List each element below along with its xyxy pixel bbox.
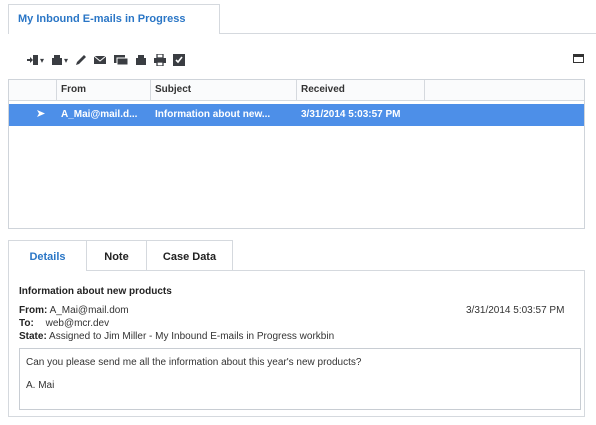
column-header-subject[interactable]: Subject [151, 80, 297, 100]
row-subject: Information about new... [155, 109, 271, 120]
state-value: Assigned to Jim Miller - My Inbound E-ma… [49, 331, 335, 342]
table-row[interactable]: A_Mai@mail.d... Information about new...… [9, 104, 584, 126]
chevron-down-icon: ▾ [40, 55, 45, 65]
body-signature: A. Mai [26, 380, 55, 391]
column-header-icon[interactable] [9, 80, 57, 100]
row-empty [425, 104, 584, 126]
row-icon-cell [9, 104, 57, 126]
column-header-empty [425, 80, 584, 100]
state-line: State: Assigned to Jim Miller - My Inbou… [19, 331, 334, 342]
edit-icon [76, 55, 87, 65]
to-label: To: [19, 318, 34, 329]
workbin-toolbar: ▾ ▾ [27, 50, 186, 70]
email-date: 3/31/2014 5:03:57 PM [466, 305, 565, 316]
move-to-queue-button[interactable]: ▾ [27, 52, 44, 68]
maximize-icon[interactable] [573, 54, 584, 63]
email-list: From Subject Received A_Mai@mail.d... In… [8, 79, 585, 229]
print-button[interactable] [154, 52, 167, 68]
print-icon [154, 54, 167, 66]
from-label: From: [19, 305, 48, 316]
email-list-header: From Subject Received [9, 80, 584, 101]
email-subject: Information about new products [19, 286, 172, 297]
tab-case-data[interactable]: Case Data [146, 240, 233, 271]
row-from: A_Mai@mail.d... [61, 109, 138, 120]
mark-done-button[interactable] [173, 52, 186, 68]
body-text: Can you please send me all the informati… [26, 357, 362, 368]
move-to-queue-icon [27, 55, 38, 65]
column-header-from[interactable]: From [57, 80, 151, 100]
tab-note[interactable]: Note [86, 240, 147, 271]
move-to-workbin-icon [52, 55, 63, 65]
reply-button[interactable] [94, 52, 107, 68]
reply-icon [94, 55, 107, 64]
inbound-email-icon [37, 110, 45, 117]
chevron-down-icon: ▾ [64, 55, 69, 65]
state-label: State: [19, 331, 47, 342]
column-header-received[interactable]: Received [297, 80, 425, 100]
workbin-tab-bar: My Inbound E-mails in Progress [0, 0, 596, 36]
workbin-button[interactable] [135, 52, 147, 68]
workbin-icon [136, 55, 147, 65]
to-line: To: web@mcr.dev [19, 318, 109, 329]
from-value: A_Mai@mail.dom [49, 305, 129, 316]
from-line: From: A_Mai@mail.dom [19, 305, 129, 316]
tab-my-inbound-emails[interactable]: My Inbound E-mails in Progress [8, 4, 220, 34]
tab-details[interactable]: Details [8, 240, 87, 271]
forward-icon [114, 55, 129, 66]
email-body[interactable]: Can you please send me all the informati… [19, 348, 581, 410]
row-received: 3/31/2014 5:03:57 PM [301, 109, 401, 120]
mark-done-icon [173, 54, 186, 66]
edit-button[interactable] [75, 52, 87, 68]
move-to-workbin-button[interactable]: ▾ [51, 52, 68, 68]
to-value: web@mcr.dev [45, 318, 110, 329]
tab-divider [220, 33, 596, 34]
forward-button[interactable] [114, 52, 129, 68]
detail-tab-bar: Details Note Case Data [8, 240, 585, 271]
